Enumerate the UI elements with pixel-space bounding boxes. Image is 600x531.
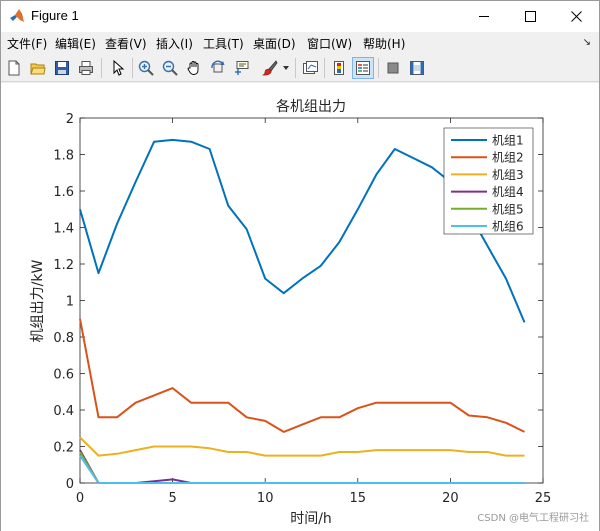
data-cursor-button[interactable] (231, 57, 253, 79)
menu-help[interactable]: 帮助(H) (363, 35, 405, 52)
open-file-icon (30, 63, 46, 75)
x-tick-label: 25 (535, 491, 552, 506)
y-tick-label: 0.4 (53, 404, 74, 419)
watermark-text: CSDN @电气工程研习社 (477, 513, 589, 524)
toolbar-separator (101, 58, 102, 78)
legend-label-4: 机组4 (492, 185, 524, 199)
brush-button[interactable] (259, 57, 281, 79)
x-tick-label: 0 (76, 491, 84, 506)
zoom-out-icon (162, 60, 178, 76)
title-bar[interactable]: Figure 1 (1, 1, 599, 32)
print-button[interactable] (75, 57, 97, 79)
legend-label-5: 机组5 (492, 202, 524, 216)
legend-label-2: 机组2 (492, 151, 524, 165)
legend-icon (356, 61, 370, 75)
pan-hand-icon (187, 61, 199, 75)
zoom-in-button[interactable] (135, 57, 157, 79)
figure-canvas[interactable]: 各机组出力 0 0.2 0.4 0.6 0.8 1 1.2 1.4 1.6 1.8 2 0 5 10 15… (1, 83, 599, 531)
toolbar-separator (132, 58, 133, 78)
minimize-icon (478, 16, 489, 17)
legend-label-6: 机组6 (492, 220, 524, 234)
menu-bar: 文件(F) 编辑(E) 查看(V) 插入(I) 工具(T) 桌面(D) 窗口(W… (1, 32, 599, 54)
x-tick-label: 20 (442, 491, 459, 506)
matlab-logo-icon (10, 9, 24, 22)
show-plot-tools-button[interactable] (406, 57, 428, 79)
data-cursor-icon (235, 61, 249, 75)
pointer-icon (113, 60, 125, 76)
maximize-button[interactable] (507, 1, 553, 32)
link-plot-icon (303, 61, 318, 74)
pointer-button[interactable] (107, 57, 129, 79)
menu-window[interactable]: 窗口(W) (307, 35, 352, 52)
menu-insert[interactable]: 插入(I) (156, 35, 193, 52)
chart-title: 各机组出力 (276, 99, 346, 115)
menu-edit[interactable]: 编辑(E) (55, 35, 96, 52)
y-tick-label: 1.6 (53, 185, 74, 200)
legend-button[interactable] (352, 57, 374, 79)
toolbar-separator (295, 58, 296, 78)
brush-dropdown-button[interactable] (280, 57, 292, 79)
y-tick-label: 1.4 (53, 222, 74, 237)
menu-tools[interactable]: 工具(T) (203, 35, 244, 52)
line-chart[interactable]: 各机组出力 0 0.2 0.4 0.6 0.8 1 1.2 1.4 1.6 1.8 2 0 5 10 15… (1, 83, 599, 531)
minimize-button[interactable] (461, 1, 507, 32)
y-tick-label: 1.2 (53, 258, 74, 273)
menu-view[interactable]: 查看(V) (105, 35, 147, 52)
open-file-button[interactable] (27, 57, 49, 79)
x-axis-label: 时间/h (290, 511, 332, 527)
menu-file[interactable]: 文件(F) (7, 35, 47, 52)
close-button[interactable] (553, 1, 599, 32)
toolbar-separator (324, 58, 325, 78)
legend-label-3: 机组3 (492, 168, 524, 182)
hide-plot-tools-button[interactable] (382, 57, 404, 79)
save-button[interactable] (51, 57, 73, 79)
y-tick-label: 1 (66, 295, 74, 310)
print-icon (79, 61, 93, 75)
menu-desktop[interactable]: 桌面(D) (253, 35, 296, 52)
window-title: Figure 1 (31, 8, 79, 23)
x-tick-label: 15 (350, 491, 367, 506)
figure-window: Figure 1 文件(F) 编辑(E) 查看(V) 插入(I) 工具(T) 桌… (0, 0, 600, 531)
y-tick-label: 0.6 (53, 368, 74, 383)
legend-label-1: 机组1 (492, 134, 524, 148)
colorbar-icon (334, 61, 344, 75)
link-plot-button[interactable] (299, 57, 321, 79)
zoom-out-button[interactable] (159, 57, 181, 79)
toolbar-separator (378, 58, 379, 78)
rotate-3d-button[interactable] (207, 57, 229, 79)
chevron-down-icon (283, 66, 289, 70)
y-tick-label: 0 (66, 477, 74, 492)
show-plot-tools-icon (410, 61, 424, 75)
y-tick-label: 2 (66, 112, 74, 127)
maximize-icon (524, 11, 536, 22)
figure-toolbar (1, 54, 599, 82)
zoom-in-icon (138, 60, 154, 76)
new-figure-button[interactable] (3, 57, 25, 79)
colorbar-button[interactable] (328, 57, 350, 79)
x-tick-label: 10 (257, 491, 274, 506)
legend[interactable]: 机组1 机组2 机组3 机组4 机组5 机组6 (443, 127, 534, 235)
y-axis-label: 机组出力/kW (30, 260, 46, 343)
dock-arrow-icon[interactable]: ↘ (583, 37, 591, 48)
y-tick-label: 0.2 (53, 441, 74, 456)
y-tick-label: 1.8 (53, 149, 74, 164)
y-tick-label: 0.8 (53, 331, 74, 346)
brush-icon (262, 60, 278, 76)
x-tick-label: 5 (168, 491, 176, 506)
close-icon (570, 11, 582, 22)
rotate-3d-icon (211, 60, 225, 73)
hide-plot-tools-icon (387, 62, 399, 74)
pan-button[interactable] (183, 57, 205, 79)
save-icon (55, 61, 69, 75)
new-figure-icon (8, 60, 20, 76)
